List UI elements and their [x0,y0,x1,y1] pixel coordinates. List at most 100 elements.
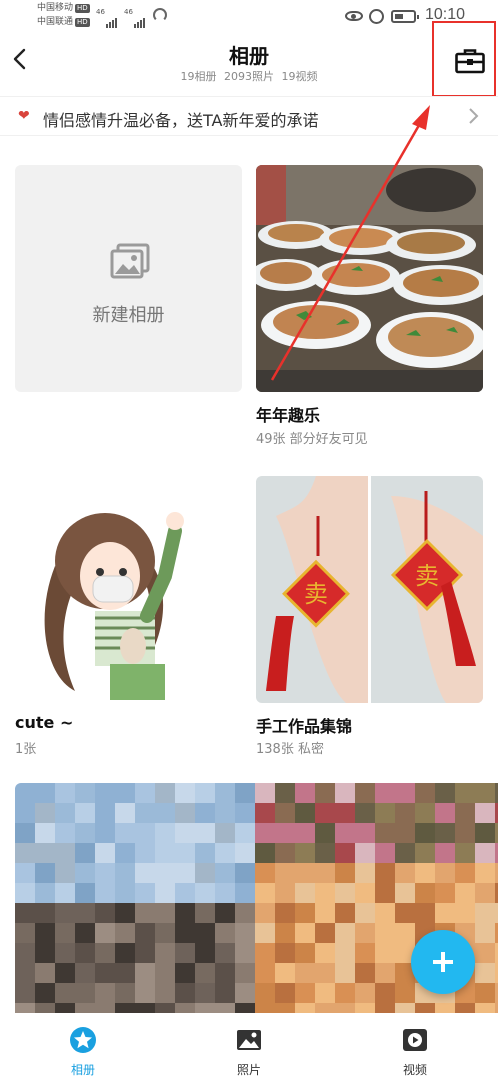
mosaic-tile [55,823,75,843]
mosaic-tile [355,783,375,803]
new-album-label: 新建相册 [92,305,165,326]
svg-text:卖: 卖 [304,580,328,608]
mosaic-tile [235,983,255,1003]
mosaic-tile [355,943,375,963]
carrier-1: 中国移动 HD [37,3,90,13]
mosaic-tile [415,903,435,923]
mosaic-tile [115,923,135,943]
promo-banner[interactable]: ❤ 情侣感情升温必备，送TA新年爱的承诺 [0,96,498,136]
new-album-button[interactable]: 新建相册 [15,165,242,392]
nav-tab-albums[interactable]: 相册 [33,1018,133,1080]
mosaic-tile [75,883,95,903]
mosaic-tile [355,903,375,923]
mosaic-tile [455,783,475,803]
photo-count: 2093照片 [224,70,274,83]
album-title-cute: cute ~ [15,713,74,732]
mosaic-tile [235,883,255,903]
mosaic-tile [55,863,75,883]
mosaic-tile [175,1003,195,1013]
mosaic-tile [375,803,395,823]
mosaic-tile [95,1003,115,1013]
mosaic-tile [335,943,355,963]
mosaic-tile [355,983,375,1003]
mosaic-tile [395,1003,415,1013]
mosaic-tile [55,843,75,863]
mosaic-tile [295,903,315,923]
mosaic-tile [275,923,295,943]
craft-photo: 卖 卖 [256,476,483,703]
mosaic-tile [395,883,415,903]
mosaic-tile [155,883,175,903]
mosaic-tile [375,1003,395,1013]
mosaic-tile [295,963,315,983]
mosaic-tile [115,963,135,983]
mosaic-tile [275,963,295,983]
mosaic-tile [115,863,135,883]
mosaic-tile [135,903,155,923]
chevron-right-icon [469,108,479,124]
mosaic-tile [335,823,355,843]
add-button[interactable] [411,930,475,994]
mosaic-tile [155,823,175,843]
mosaic-tile [135,783,155,803]
nav-tab-videos[interactable]: 视频 [365,1018,465,1080]
album-cover-food[interactable] [256,165,483,392]
mosaic-tile [275,783,295,803]
mosaic-tile [435,843,455,863]
mosaic-tile [315,783,335,803]
mosaic-tile [475,803,495,823]
album-cover-craft[interactable]: 卖 卖 [256,476,483,703]
mosaic-tile [255,883,275,903]
mosaic-tile [255,863,275,883]
album-star-icon [70,1027,96,1053]
mosaic-tile [255,943,275,963]
battery-icon [391,10,419,23]
mosaic-tile [455,903,475,923]
mosaic-tile [475,963,495,983]
mosaic-tile [435,863,455,883]
mosaic-tile [255,1003,275,1013]
mosaic-tile [375,923,395,943]
mosaic-tile [75,943,95,963]
mosaic-tile [235,863,255,883]
mosaic-tile [355,823,375,843]
mosaic-tile [475,903,495,923]
mosaic-tile [455,823,475,843]
mosaic-tile [435,903,455,923]
mosaic-tile [175,983,195,1003]
mosaic-tile [15,923,35,943]
mosaic-tile [255,783,275,803]
mosaic-tile [395,803,415,823]
video-icon [403,1029,427,1051]
toolbox-icon[interactable] [455,48,485,74]
mosaic-tile [115,783,135,803]
signal-icon [106,9,118,28]
mosaic-tile [195,963,215,983]
mosaic-tile [455,843,475,863]
mosaic-tile [375,783,395,803]
mosaic-tile [55,923,75,943]
mosaic-tile [435,803,455,823]
mosaic-tile [55,783,75,803]
album-cover-cute[interactable] [15,476,242,703]
mosaic-tile [35,903,55,923]
mosaic-tile [75,823,95,843]
mosaic-tile [95,863,115,883]
mosaic-tile [295,843,315,863]
album-meta-nian: 49张 部分好友可见 [256,432,368,447]
mosaic-tile [395,843,415,863]
mosaic-tile [215,803,235,823]
nav-tab-photos[interactable]: 照片 [199,1018,299,1080]
mosaic-tile [115,1003,135,1013]
signal-icon [134,9,146,28]
mosaic-tile [335,863,355,883]
mosaic-tile [355,923,375,943]
mosaic-tile [235,963,255,983]
mosaic-tile [135,963,155,983]
mosaic-tile [315,983,335,1003]
mosaic-tile [215,823,235,843]
album-meta-cute: 1张 [15,742,37,757]
mosaic-tile [435,883,455,903]
mosaic-tile [95,783,115,803]
mosaic-tile [275,903,295,923]
